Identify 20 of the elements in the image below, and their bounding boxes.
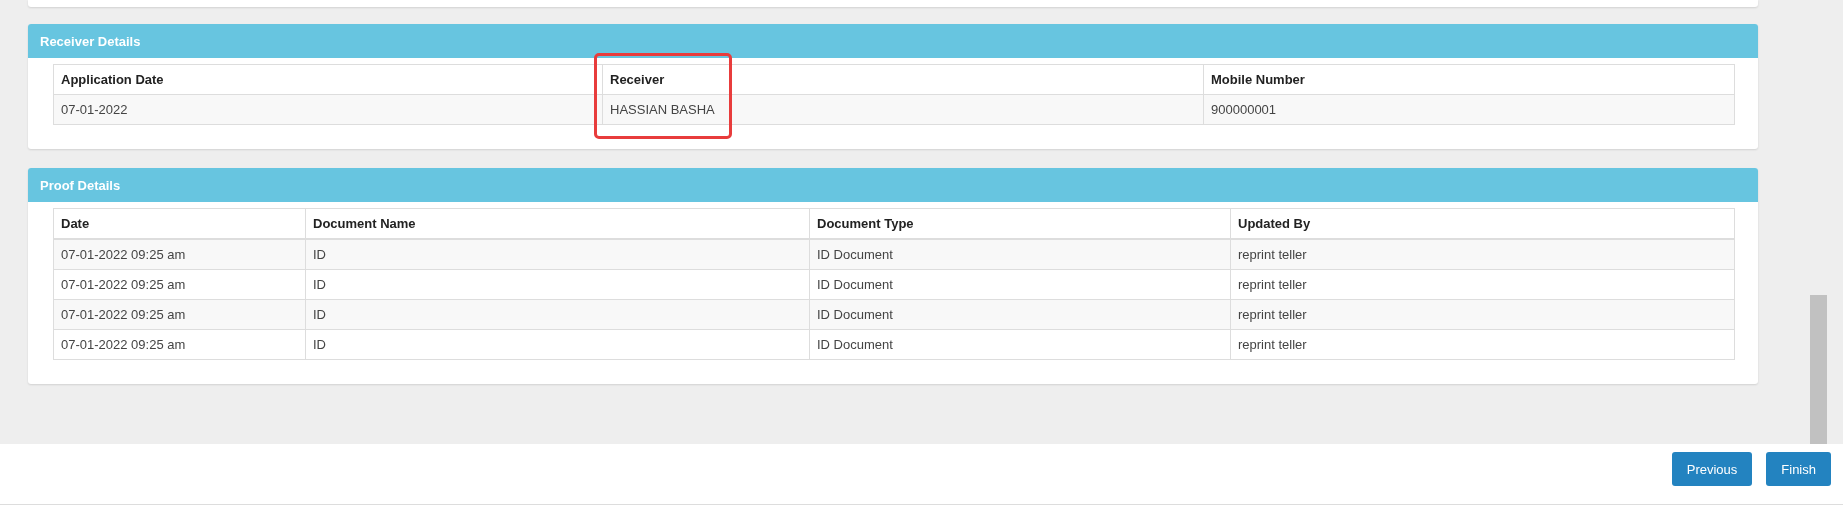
table-cell: 07-01-2022 09:25 am [54,300,306,330]
table-cell: ID Document [810,300,1231,330]
nav-button[interactable]: Finish [1766,452,1831,486]
table-cell: ID Document [810,330,1231,359]
table-cell: ID [306,240,810,270]
table-cell: ID [306,330,810,359]
table-cell: HASSIAN BASHA [603,95,1204,124]
panel-title: Proof Details [39,177,121,193]
nav-button[interactable]: Previous [1671,452,1753,486]
table-cell: ID [306,300,810,330]
table-cell-text: reprint teller [1237,336,1308,354]
table-cell: reprint teller [1231,300,1734,330]
table-cell: 07-01-2022 [54,95,603,124]
table-cell: 900000001 [1204,95,1734,124]
table-cell: 07-01-2022 09:25 am [54,330,306,359]
table-cell: ID Document [810,240,1231,270]
panel-title: Receiver Details [39,33,141,49]
table-cell: reprint teller [1231,240,1734,270]
scrollbar-thumb[interactable] [1810,295,1827,444]
table-cell: 07-01-2022 09:25 am [54,240,306,270]
